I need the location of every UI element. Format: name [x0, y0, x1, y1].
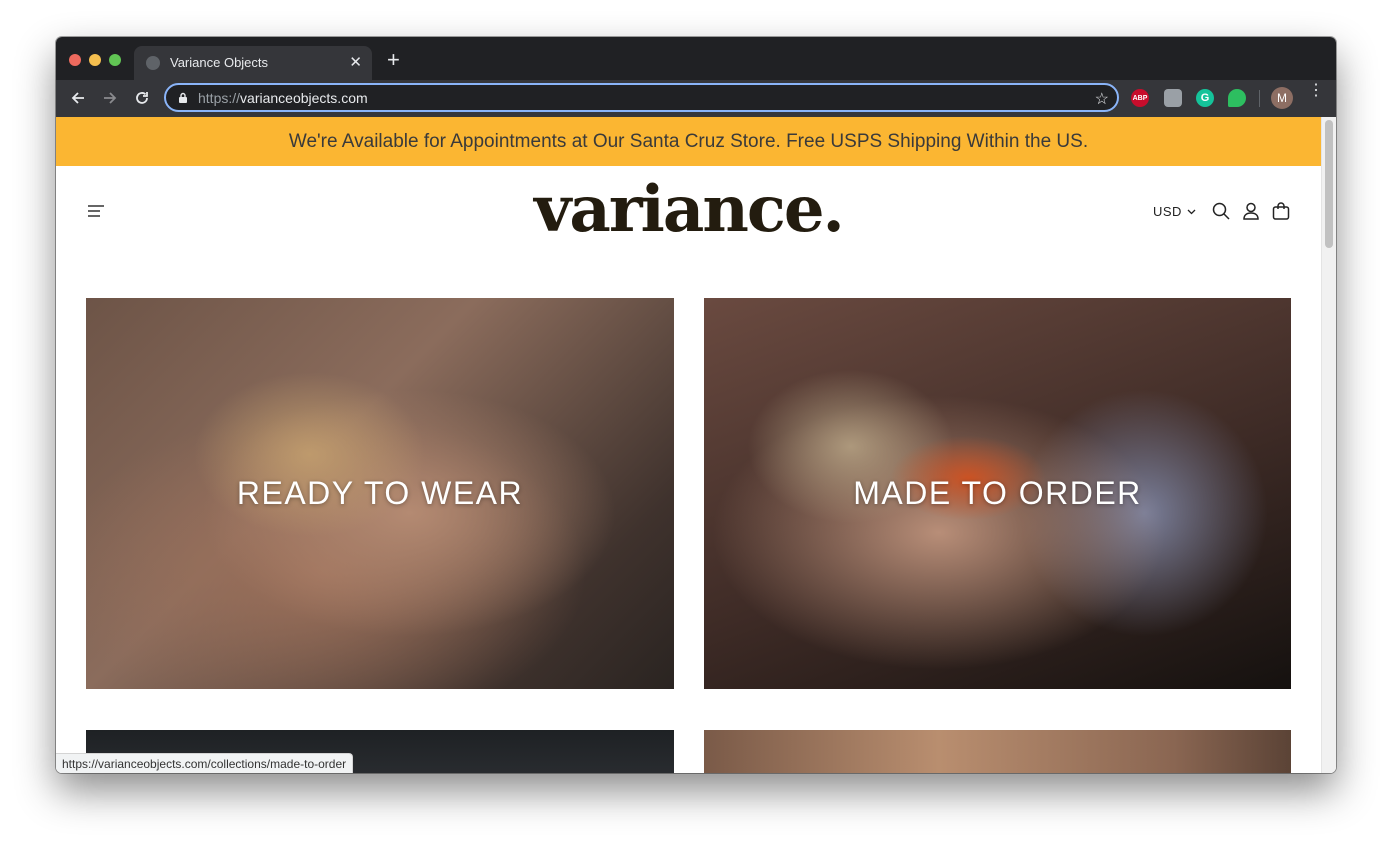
address-bar[interactable]: https://varianceobjects.com ☆: [164, 83, 1119, 112]
site-header: variance. USD: [56, 166, 1321, 298]
extension-icon[interactable]: [1164, 89, 1182, 107]
currency-label: USD: [1153, 204, 1182, 219]
collection-tile-image[interactable]: [704, 730, 1291, 773]
tab-strip: Variance Objects ✕ +: [56, 37, 1336, 80]
minimize-window-button[interactable]: [89, 54, 101, 66]
search-icon[interactable]: [1212, 202, 1230, 220]
bookmark-star-icon[interactable]: ☆: [1095, 89, 1109, 109]
scrollbar-thumb[interactable]: [1325, 120, 1333, 248]
browser-toolbar: https://varianceobjects.com ☆ ABP G M ⋮: [56, 80, 1336, 117]
announcement-bar: We're Available for Appointments at Our …: [56, 117, 1321, 166]
tab-title: Variance Objects: [170, 55, 269, 70]
chevron-down-icon: [1187, 209, 1196, 214]
tile-label: MADE TO ORDER: [853, 475, 1142, 511]
evernote-extension-icon[interactable]: [1228, 89, 1246, 107]
scrollbar[interactable]: [1321, 117, 1336, 773]
zoom-window-button[interactable]: [109, 54, 121, 66]
browser-window: Variance Objects ✕ + https://varianceobj…: [56, 37, 1336, 773]
grammarly-extension-icon[interactable]: G: [1196, 89, 1214, 107]
tile-label: READY TO WEAR: [236, 475, 524, 511]
close-window-button[interactable]: [69, 54, 81, 66]
ready-to-wear-tile[interactable]: READY TO WEAR: [86, 298, 674, 689]
more-menu-icon[interactable]: ⋮: [1308, 83, 1324, 99]
adblock-extension-icon[interactable]: ABP: [1131, 89, 1149, 107]
link-status-bubble: https://varianceobjects.com/collections/…: [56, 753, 354, 773]
browser-tab[interactable]: Variance Objects ✕: [134, 46, 372, 80]
cart-icon[interactable]: [1272, 202, 1290, 220]
toolbar-divider: [1259, 90, 1260, 107]
new-tab-button[interactable]: +: [387, 49, 400, 71]
page-viewport: We're Available for Appointments at Our …: [56, 117, 1336, 773]
globe-icon: [146, 56, 160, 70]
currency-selector[interactable]: USD: [1153, 204, 1196, 219]
account-icon[interactable]: [1242, 202, 1260, 220]
made-to-order-tile[interactable]: MADE TO ORDER: [704, 298, 1291, 689]
back-arrow-icon[interactable]: [67, 87, 89, 109]
close-icon[interactable]: ✕: [349, 53, 362, 71]
reload-icon[interactable]: [131, 87, 153, 109]
profile-avatar[interactable]: M: [1271, 87, 1293, 109]
site-logo[interactable]: variance.: [56, 172, 1321, 247]
lock-icon: [179, 92, 187, 103]
url-text: https://varianceobjects.com: [198, 90, 368, 106]
forward-arrow-icon[interactable]: [99, 87, 121, 109]
